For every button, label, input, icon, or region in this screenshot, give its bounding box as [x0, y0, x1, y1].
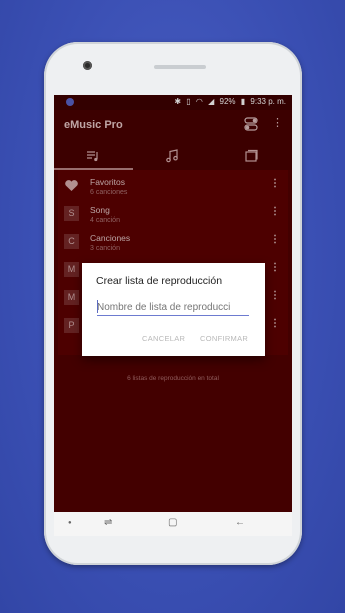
phone-frame: ✱ ▯ ◠ ◢ 92% ▮ 9:33 p. m. eMusic Pro ⋮ Fa…	[44, 42, 302, 565]
earpiece-speaker	[154, 65, 206, 69]
system-nav-bar: ● ⇌ ▢ ←	[54, 512, 292, 536]
dialog-title: Crear lista de reproducción	[96, 275, 223, 287]
cancel-button[interactable]: CANCELAR	[142, 334, 185, 343]
confirm-button[interactable]: CONFIRMAR	[200, 334, 248, 343]
create-playlist-dialog: Crear lista de reproducción CANCELAR CON…	[82, 263, 265, 356]
nav-home-icon[interactable]: ▢	[168, 517, 177, 528]
text-cursor	[97, 300, 98, 313]
nav-dot-icon[interactable]: ●	[68, 520, 72, 526]
front-camera	[83, 61, 92, 70]
playlist-name-input[interactable]	[97, 299, 249, 316]
nav-recents-icon[interactable]: ⇌	[104, 517, 112, 528]
nav-back-icon[interactable]: ←	[235, 517, 245, 528]
app-screen: ✱ ▯ ◠ ◢ 92% ▮ 9:33 p. m. eMusic Pro ⋮ Fa…	[54, 95, 292, 536]
